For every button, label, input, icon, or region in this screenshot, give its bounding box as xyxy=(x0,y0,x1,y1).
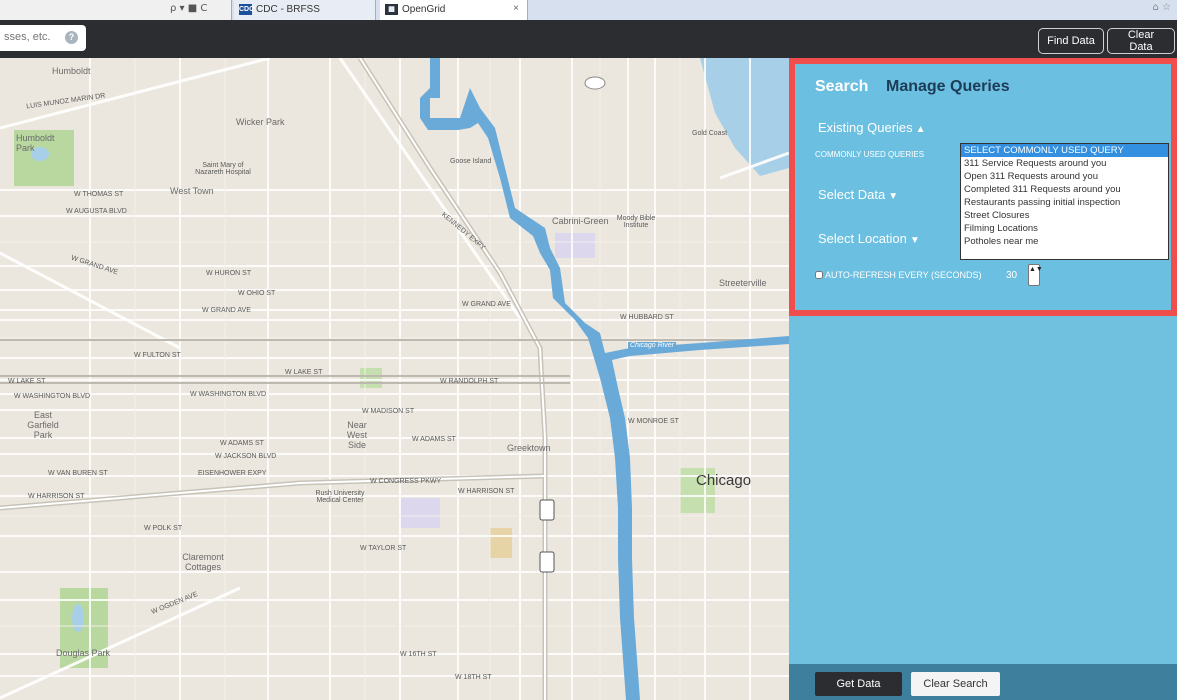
address-bar-icons[interactable]: ρ ▾ ■ C xyxy=(170,3,207,14)
map-label-west-town: West Town xyxy=(170,186,214,196)
existing-queries-label: Existing Queries xyxy=(818,120,913,135)
map-label-street: W TAYLOR ST xyxy=(360,545,407,552)
select-location-label: Select Location xyxy=(818,231,907,246)
map-label-humboldt-park: Humboldt Park xyxy=(16,133,55,153)
tab-search[interactable]: Search xyxy=(815,78,868,96)
address-search-input[interactable] xyxy=(0,25,60,49)
refresh-seconds-spinner[interactable]: ▲▼ xyxy=(1028,264,1043,286)
map-label-goose-island: Goose Island xyxy=(450,158,492,165)
select-data-label: Select Data xyxy=(818,187,886,202)
map-label-street: W GRAND AVE xyxy=(202,307,251,314)
tab-manage-queries[interactable]: Manage Queries xyxy=(886,78,1010,96)
browser-tab-strip: ρ ▾ ■ C CDC CDC - BRFSS ▦ OpenGrid × ⌂ ☆ xyxy=(0,0,1177,20)
query-option[interactable]: Completed 311 Requests around you xyxy=(961,183,1168,196)
map-label-street: W GRAND AVE xyxy=(462,301,511,308)
map-label-wicker-park: Wicker Park xyxy=(236,117,285,127)
map-label-street: W 16TH ST xyxy=(400,651,437,658)
map-label-gold-coast: Gold Coast xyxy=(692,130,728,137)
map-label-street: W HARRISON ST xyxy=(28,493,85,500)
tab-title: OpenGrid xyxy=(402,4,446,15)
map-label-street: W MONROE ST xyxy=(628,418,679,425)
map-label-street: W CONGRESS PKWY xyxy=(370,478,442,485)
map-label-rush: Rush University Medical Center xyxy=(315,490,365,504)
grid-favicon-icon: ▦ xyxy=(385,4,398,15)
map-label-street: W HURON ST xyxy=(206,270,252,277)
map-label-chicago-river: Chicago River xyxy=(628,342,676,349)
chevron-down-icon: ▼ xyxy=(909,235,920,246)
map-label-moody: Moody Bible Institute xyxy=(616,215,656,229)
map-label-street: EISENHOWER EXPY xyxy=(198,470,267,477)
map-label-douglas-park: Douglas Park xyxy=(56,648,111,658)
map-label-street: W HUBBARD ST xyxy=(620,314,674,321)
map-label-street: W LAKE ST xyxy=(285,369,323,376)
map-label-street: W WASHINGTON BLVD xyxy=(190,391,267,398)
clear-search-button[interactable]: Clear Search xyxy=(911,672,1000,696)
map-label-humboldt: Humboldt xyxy=(52,66,91,76)
cdc-favicon-icon: CDC xyxy=(239,4,255,15)
map-label-street: W FULTON ST xyxy=(134,352,181,359)
query-option[interactable]: Potholes near me xyxy=(961,235,1168,248)
map-label-street: W ADAMS ST xyxy=(220,440,264,447)
map-label-street: W THOMAS ST xyxy=(74,191,124,198)
map-label-east-garfield: East Garfield Park xyxy=(27,410,59,440)
map-label-street: W ADAMS ST xyxy=(412,436,456,443)
query-option[interactable]: 311 Service Requests around you xyxy=(961,157,1168,170)
find-data-button[interactable]: Find Data xyxy=(1038,28,1104,54)
auto-refresh-option[interactable]: AUTO-REFRESH EVERY (SECONDS) xyxy=(815,270,982,280)
map-label-street: W POLK ST xyxy=(144,525,183,532)
close-tab-icon[interactable]: × xyxy=(513,3,519,14)
map-label-greektown: Greektown xyxy=(507,443,551,453)
query-option[interactable]: Restaurants passing initial inspection xyxy=(961,196,1168,209)
chevron-down-icon: ▼ xyxy=(888,191,899,202)
address-search-box: ? xyxy=(0,25,86,51)
map-label-street: W HARRISON ST xyxy=(458,488,515,495)
query-option[interactable]: Street Closures xyxy=(961,209,1168,222)
map-label-street: W AUGUSTA BLVD xyxy=(66,208,127,215)
select-data-toggle[interactable]: Select Data ▼ xyxy=(818,187,898,202)
map-label-hospital: Saint Mary of Nazareth Hospital xyxy=(195,162,251,176)
auto-refresh-label: AUTO-REFRESH EVERY (SECONDS) xyxy=(825,270,982,280)
map-label-street: W JACKSON BLVD xyxy=(215,453,277,460)
map-label-chicago: Chicago xyxy=(696,472,752,489)
help-icon[interactable]: ? xyxy=(65,31,78,44)
refresh-seconds-value[interactable]: 30 xyxy=(1006,270,1017,281)
chevron-up-icon: ▲ xyxy=(915,124,926,135)
map-label-cabrini-green: Cabrini-Green xyxy=(552,216,609,226)
select-location-toggle[interactable]: Select Location ▼ xyxy=(818,231,920,246)
query-option[interactable]: SELECT COMMONLY USED QUERY xyxy=(961,144,1168,157)
map-label-street: W MADISON ST xyxy=(362,408,415,415)
window-controls-icon[interactable]: ⌂ ☆ xyxy=(1153,2,1172,13)
query-option[interactable]: Open 311 Requests around you xyxy=(961,170,1168,183)
browser-tab-opengrid[interactable]: ▦ OpenGrid × xyxy=(380,0,528,20)
map-label-street: W 18TH ST xyxy=(455,674,492,681)
tab-title: CDC - BRFSS xyxy=(256,4,320,15)
map-label-street: W LAKE ST xyxy=(8,378,46,385)
browser-tab-cdc[interactable]: CDC CDC - BRFSS xyxy=(234,0,376,20)
map-label-claremont: Claremont Cottages xyxy=(182,552,224,572)
map-label-street: W RANDOLPH ST xyxy=(440,378,499,385)
query-option[interactable]: Filming Locations xyxy=(961,222,1168,235)
map-label-street: W VAN BUREN ST xyxy=(48,470,108,477)
map-label-street: W OHIO ST xyxy=(238,290,276,297)
clear-data-button[interactable]: Clear Data xyxy=(1107,28,1175,54)
existing-queries-toggle[interactable]: Existing Queries ▲ xyxy=(818,120,926,135)
map-label-streeterville: Streeterville xyxy=(719,278,767,288)
get-data-button[interactable]: Get Data xyxy=(815,672,902,696)
auto-refresh-checkbox[interactable] xyxy=(815,271,823,279)
map-label-near-west-side: Near West Side xyxy=(346,420,368,450)
commonly-used-query-select[interactable]: SELECT COMMONLY USED QUERY 311 Service R… xyxy=(960,143,1169,260)
app-navbar: ? Find Data Clear Data xyxy=(0,20,1177,58)
address-bar[interactable]: ρ ▾ ■ C xyxy=(0,0,232,20)
map-label-street: W WASHINGTON BLVD xyxy=(14,393,91,400)
commonly-used-queries-label: COMMONLY USED QUERIES xyxy=(815,150,925,159)
